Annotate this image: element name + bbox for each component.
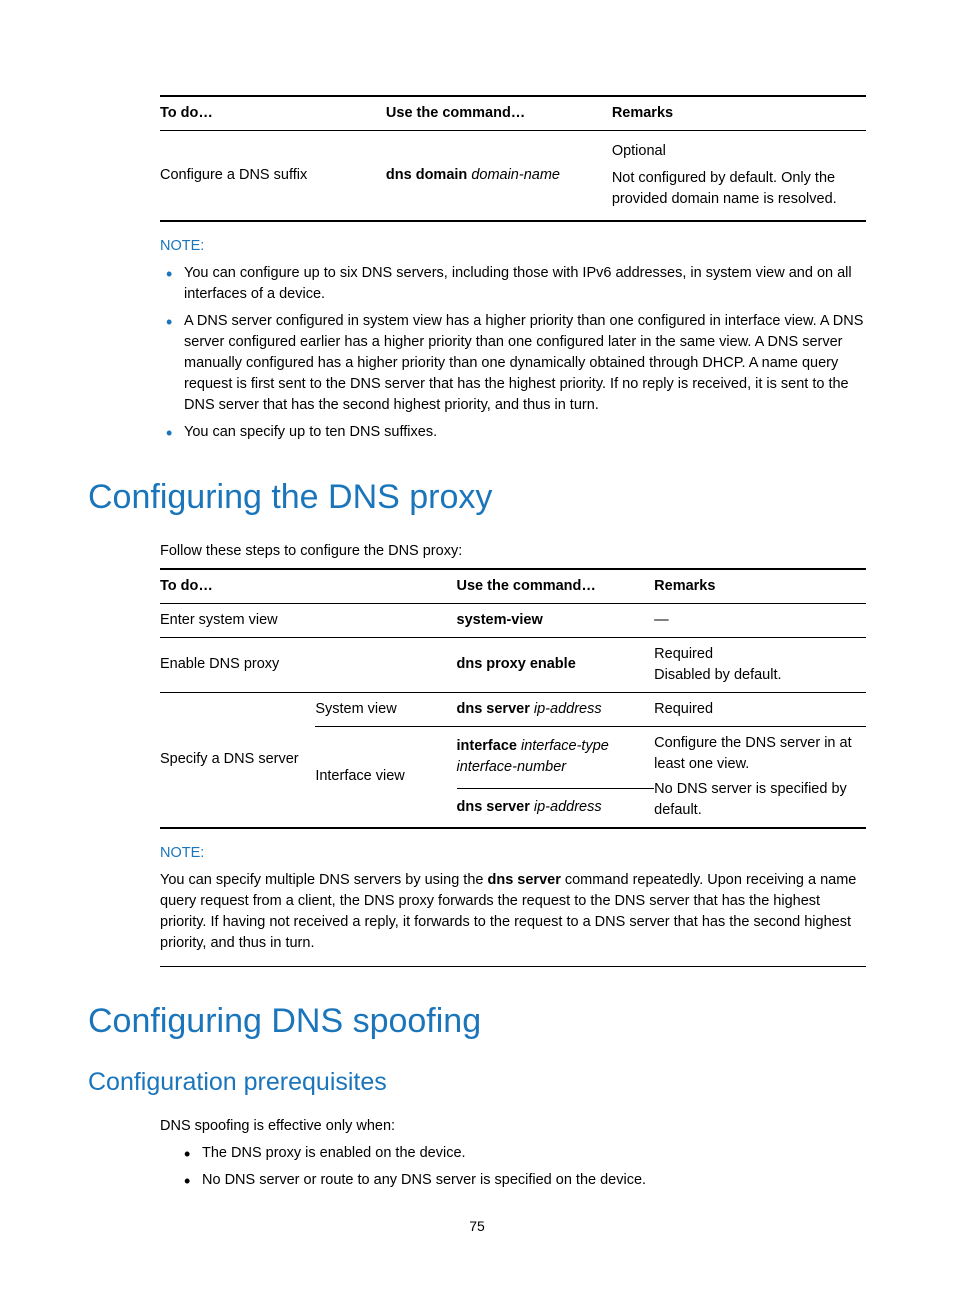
dns-suffix-table: To do… Use the command… Remarks Configur…	[160, 95, 866, 222]
cell-todo: Configure a DNS suffix	[160, 131, 386, 222]
col-view	[315, 569, 456, 604]
note-list: You can configure up to six DNS servers,…	[160, 263, 866, 443]
cell-remarks: Required	[654, 692, 866, 726]
note-label: NOTE:	[160, 843, 866, 864]
note-item: A DNS server configured in system view h…	[160, 311, 866, 416]
col-todo: To do…	[160, 96, 386, 131]
table-row: Enable DNS proxy dns proxy enable Requir…	[160, 637, 866, 692]
cell-remarks: Optional Not configured by default. Only…	[612, 131, 866, 222]
remarks-line: No DNS server is specified by default.	[654, 779, 858, 821]
note-bold: dns server	[487, 872, 560, 888]
cell-command: dns domain domain-name	[386, 131, 612, 222]
dns-proxy-table: To do… Use the command… Remarks Enter sy…	[160, 568, 866, 829]
remarks-line: Required	[654, 644, 858, 665]
cell-remarks: —	[654, 603, 866, 637]
cmd-arg: ip-address	[534, 799, 602, 815]
prereq-list: The DNS proxy is enabled on the device. …	[160, 1143, 866, 1191]
cell-command: dns server ip-address	[457, 692, 655, 726]
note-label: NOTE:	[160, 236, 866, 257]
note-text: You can specify multiple DNS servers by …	[160, 872, 487, 888]
note-body: You can specify multiple DNS servers by …	[160, 870, 866, 967]
intro-text: Follow these steps to configure the DNS …	[160, 541, 866, 562]
cmd-keyword: dns domain	[386, 167, 467, 183]
prereq-item: The DNS proxy is enabled on the device.	[178, 1143, 866, 1164]
col-command: Use the command…	[457, 569, 655, 604]
table-row: Specify a DNS server System view dns ser…	[160, 692, 866, 726]
cell-view: System view	[315, 692, 456, 726]
cell-command: dns proxy enable	[457, 637, 655, 692]
note-item: You can specify up to ten DNS suffixes.	[160, 422, 866, 443]
section-heading: Configuring the DNS proxy	[88, 473, 866, 522]
remarks-line: Not configured by default. Only the prov…	[612, 168, 858, 210]
cmd-arg: domain-name	[471, 167, 560, 183]
col-todo: To do…	[160, 569, 315, 604]
note-item: You can configure up to six DNS servers,…	[160, 263, 866, 305]
remarks-line: Optional	[612, 141, 858, 162]
cell-command: dns server ip-address	[457, 789, 655, 828]
cmd-arg: ip-address	[534, 701, 602, 717]
page-number: 75	[0, 1216, 954, 1236]
subsection-heading: Configuration prerequisites	[88, 1064, 866, 1100]
cell-view: Interface view	[315, 726, 456, 828]
cmd-keyword: dns server	[457, 701, 530, 717]
cell-todo: Enter system view	[160, 603, 457, 637]
prereq-intro: DNS spoofing is effective only when:	[160, 1116, 866, 1137]
col-remarks: Remarks	[654, 569, 866, 604]
cell-command: system-view	[457, 603, 655, 637]
cmd-keyword: interface	[457, 738, 517, 754]
col-remarks: Remarks	[612, 96, 866, 131]
col-command: Use the command…	[386, 96, 612, 131]
remarks-line: Configure the DNS server in at least one…	[654, 733, 858, 775]
section-heading: Configuring DNS spoofing	[88, 997, 866, 1046]
table-row: Enter system view system-view —	[160, 603, 866, 637]
cell-command: interface interface-type interface-numbe…	[457, 726, 655, 788]
cell-remarks: Required Disabled by default.	[654, 637, 866, 692]
table-row: Configure a DNS suffix dns domain domain…	[160, 131, 866, 222]
cell-remarks: Configure the DNS server in at least one…	[654, 726, 866, 828]
remarks-line: Disabled by default.	[654, 665, 858, 686]
cmd-keyword: dns server	[457, 799, 530, 815]
cell-todo: Specify a DNS server	[160, 692, 315, 828]
cell-todo: Enable DNS proxy	[160, 637, 457, 692]
prereq-item: No DNS server or route to any DNS server…	[178, 1170, 866, 1191]
